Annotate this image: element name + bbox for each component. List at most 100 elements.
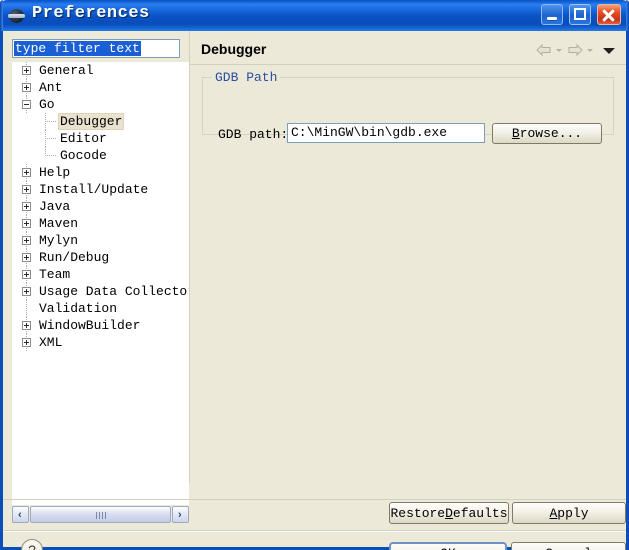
toggle-horizontal-bar xyxy=(24,104,29,105)
tree-item-usage-data-collector[interactable]: Usage Data Collector xyxy=(13,283,189,300)
expand-icon[interactable] xyxy=(22,287,31,296)
apply-button[interactable]: Apply xyxy=(512,502,626,524)
tree-item-java[interactable]: Java xyxy=(13,198,189,215)
scrollbar-grip-icon xyxy=(96,512,106,519)
page-pane: Debugger xyxy=(190,31,626,483)
tree-item-maven[interactable]: Maven xyxy=(13,215,189,232)
footer-separator-bottom-light xyxy=(3,531,626,532)
help-icon[interactable]: ? xyxy=(21,539,43,550)
filter-input[interactable]: type filter text xyxy=(12,39,180,58)
collapse-icon[interactable] xyxy=(22,100,31,109)
minimize-button[interactable] xyxy=(541,4,563,25)
preferences-tree[interactable]: General Ant GoDebuggerEditorGocodeHelp Inst… xyxy=(12,62,189,505)
tree-connector-line xyxy=(26,300,27,317)
chevron-right-icon: › xyxy=(178,510,182,520)
view-menu-button[interactable] xyxy=(602,43,616,57)
maximize-button[interactable] xyxy=(569,4,591,25)
tree-item-label: Install/Update xyxy=(37,182,150,197)
tree-item-windowbuilder[interactable]: WindowBuilder xyxy=(13,317,189,334)
eclipse-sphere-icon xyxy=(9,8,25,24)
tree-item-team[interactable]: Team xyxy=(13,266,189,283)
tree-item-label: WindowBuilder xyxy=(37,318,142,333)
chevron-down-icon xyxy=(587,49,593,52)
tree-item-editor[interactable]: Editor xyxy=(13,130,189,147)
scrollbar-thumb[interactable] xyxy=(30,506,171,523)
toggle-vertical-bar xyxy=(26,238,27,243)
tree-item-validation[interactable]: Validation xyxy=(13,300,189,317)
toggle-vertical-bar xyxy=(26,187,27,192)
tree-item-general[interactable]: General xyxy=(13,62,189,79)
tree-item-help[interactable]: Help xyxy=(13,164,189,181)
expand-icon[interactable] xyxy=(22,338,31,347)
tree-item-ant[interactable]: Ant xyxy=(13,79,189,96)
page-nav-toolbar xyxy=(536,41,616,59)
scroll-left-button[interactable]: ‹ xyxy=(12,506,29,523)
close-button[interactable] xyxy=(597,4,621,25)
tree-item-label: Validation xyxy=(37,301,119,316)
toggle-vertical-bar xyxy=(26,85,27,90)
back-dropdown-icon[interactable] xyxy=(556,43,563,57)
toggle-vertical-bar xyxy=(26,272,27,277)
tree-item-label: Debugger xyxy=(58,113,124,130)
expand-icon[interactable] xyxy=(22,202,31,211)
footer-separator-top xyxy=(3,499,626,500)
cancel-button[interactable]: Cancel xyxy=(511,542,626,550)
toggle-vertical-bar xyxy=(26,340,27,345)
forward-arrow-icon[interactable] xyxy=(567,43,583,57)
tree-item-label: XML xyxy=(37,335,64,350)
restore-defaults-button[interactable]: Restore Defaults xyxy=(389,502,509,524)
page-title: Debugger xyxy=(201,41,266,57)
tree-item-label: Java xyxy=(37,199,72,214)
ok-button[interactable]: OK xyxy=(389,542,507,550)
toggle-vertical-bar xyxy=(26,170,27,175)
browse-button-label: rowse... xyxy=(520,126,582,141)
tree-item-go[interactable]: Go xyxy=(13,96,189,113)
forward-dropdown-icon[interactable] xyxy=(587,43,594,57)
tree-connector-elbow xyxy=(45,121,56,122)
expand-icon[interactable] xyxy=(22,219,31,228)
expand-icon[interactable] xyxy=(22,270,31,279)
title-bar[interactable]: Preferences xyxy=(0,0,629,31)
tree-connector-elbow xyxy=(45,138,56,139)
chevron-down-icon xyxy=(603,48,615,54)
tree-item-label: Editor xyxy=(58,131,109,146)
toggle-vertical-bar xyxy=(26,68,27,73)
tree-item-label: Mylyn xyxy=(37,233,80,248)
expand-icon[interactable] xyxy=(22,185,31,194)
expand-icon[interactable] xyxy=(22,253,31,262)
restore-defaults-label-b: efaults xyxy=(453,506,508,521)
gdb-path-input[interactable]: C:\MinGW\bin\gdb.exe xyxy=(287,123,485,143)
chevron-left-icon: ‹ xyxy=(18,510,22,520)
tree-item-label: Ant xyxy=(37,80,64,95)
apply-mnemonic: A xyxy=(549,506,557,521)
tree-item-debugger[interactable]: Debugger xyxy=(13,113,189,130)
tree-item-install-update[interactable]: Install/Update xyxy=(13,181,189,198)
expand-icon[interactable] xyxy=(22,83,31,92)
expand-icon[interactable] xyxy=(22,66,31,75)
tree-horizontal-scrollbar[interactable]: ‹ › xyxy=(12,506,189,525)
browse-button[interactable]: Browse... xyxy=(492,123,602,144)
tree-item-gocode[interactable]: Gocode xyxy=(13,147,189,164)
toggle-vertical-bar xyxy=(26,255,27,260)
scroll-right-button[interactable]: › xyxy=(172,506,189,523)
expand-icon[interactable] xyxy=(22,321,31,330)
minimize-icon xyxy=(547,17,557,20)
expand-icon[interactable] xyxy=(22,236,31,245)
tree-item-label: Go xyxy=(37,97,57,112)
dialog-body: type filter text GeneralAntGoDebuggerEdi… xyxy=(0,31,629,550)
restore-defaults-mnemonic: D xyxy=(445,506,453,521)
chevron-down-icon xyxy=(556,49,562,52)
scrollbar-track[interactable] xyxy=(30,506,171,523)
toggle-vertical-bar xyxy=(26,323,27,328)
maximize-icon xyxy=(574,8,586,20)
tree-item-mylyn[interactable]: Mylyn xyxy=(13,232,189,249)
tree-item-label: General xyxy=(37,63,96,78)
titlebar-left-edge xyxy=(0,0,3,31)
tree-item-label: Maven xyxy=(37,216,80,231)
back-arrow-icon[interactable] xyxy=(536,43,552,57)
tree-item-label: Help xyxy=(37,165,72,180)
title-separator xyxy=(190,64,626,65)
tree-item-run-debug[interactable]: Run/Debug xyxy=(13,249,189,266)
tree-item-xml[interactable]: XML xyxy=(13,334,189,351)
expand-icon[interactable] xyxy=(22,168,31,177)
